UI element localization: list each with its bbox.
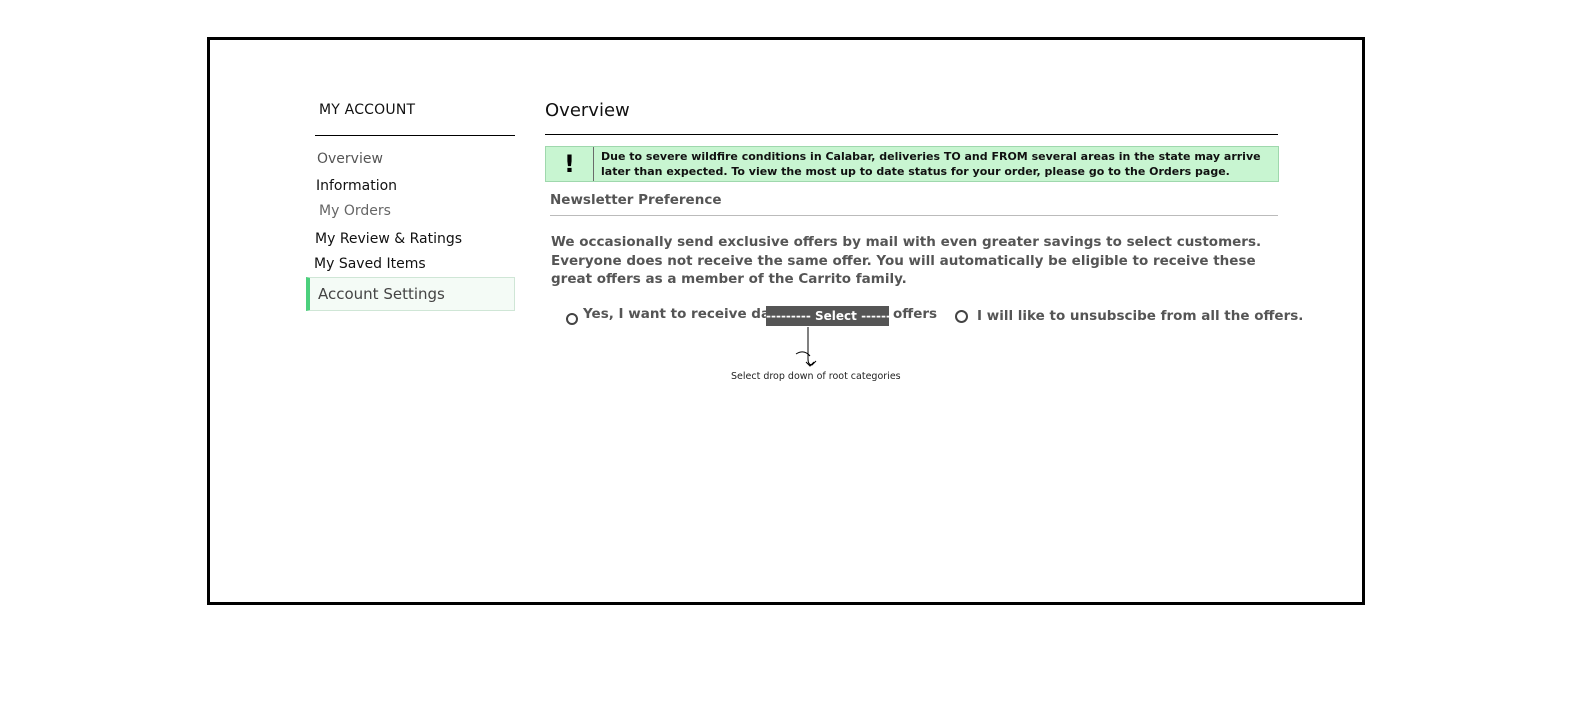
option-yes-label: Yes, I want to receive daily <box>583 306 789 322</box>
alert-message: Due to severe wildfire conditions in Cal… <box>601 150 1261 178</box>
option-yes-suffix: offers <box>893 306 938 322</box>
newsletter-description: We occasionally send exclusive offers by… <box>551 234 1262 287</box>
sidebar-item-information[interactable]: Information <box>316 178 397 194</box>
radio-unsubscribe[interactable] <box>955 310 968 323</box>
sidebar-item-overview[interactable]: Overview <box>317 151 383 167</box>
radio-receive-offers[interactable] <box>566 313 578 325</box>
annotation-label: Select drop down of root categories <box>731 371 901 382</box>
newsletter-section-title: Newsletter Preference <box>550 192 722 208</box>
newsletter-divider <box>550 215 1278 216</box>
title-divider <box>545 134 1278 135</box>
option-unsubscribe-label: I will like to unsubscibe from all the o… <box>977 308 1304 324</box>
sidebar-divider <box>315 135 515 136</box>
page-title: Overview <box>545 100 630 121</box>
category-select-dropdown[interactable]: --------- Select -------- <box>766 306 901 326</box>
sidebar-item-my-orders[interactable]: My Orders <box>319 203 391 219</box>
sidebar-item-my-saved-items[interactable]: My Saved Items <box>314 256 426 272</box>
wireframe-frame: MY ACCOUNT Overview Information My Order… <box>207 37 1365 605</box>
sidebar-title: MY ACCOUNT <box>319 102 416 118</box>
sidebar-item-my-review-ratings[interactable]: My Review & Ratings <box>315 231 462 247</box>
sidebar-item-account-settings[interactable]: Account Settings <box>306 277 515 311</box>
annotation-arrow-icon <box>795 327 817 367</box>
delivery-alert-banner: ! Due to severe wildfire conditions in C… <box>545 146 1279 182</box>
exclamation-icon: ! <box>546 147 594 181</box>
